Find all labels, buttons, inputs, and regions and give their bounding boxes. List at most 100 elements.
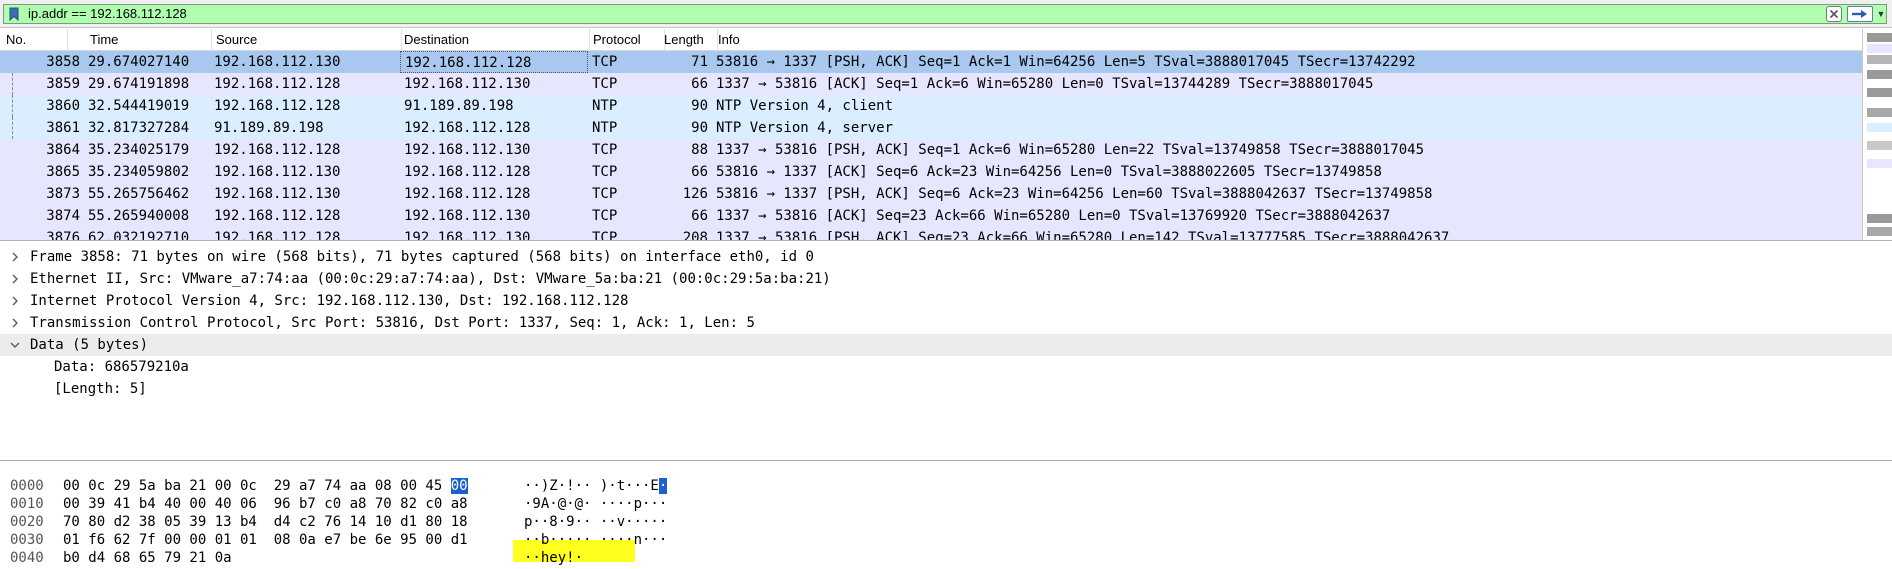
- cell-length: 66: [691, 76, 708, 92]
- packet-list-pane: No. Time Source Destination Protocol Len…: [0, 29, 1892, 241]
- cell-length: 66: [691, 164, 708, 180]
- column-header-destination[interactable]: Destination: [398, 29, 590, 51]
- bytes-offset: 0040: [10, 550, 44, 566]
- detail-row-data-length[interactable]: [Length: 5]: [0, 378, 1892, 400]
- bytes-ascii[interactable]: p··8·9·· ··v·····: [524, 512, 667, 532]
- column-header-length[interactable]: Length: [658, 29, 718, 51]
- cell-length: 88: [691, 142, 708, 158]
- bytes-hex[interactable]: 01 f6 62 7f 00 00 01 01 08 0a e7 be 6e 9…: [63, 530, 468, 550]
- cell-protocol: NTP: [592, 120, 618, 136]
- cell-source: 192.168.112.128: [214, 208, 341, 224]
- cell-info: NTP Version 4, server: [716, 120, 894, 136]
- bytes-ascii[interactable]: ··b····· ····n···: [524, 530, 667, 550]
- cell-destination: 192.168.112.128: [404, 164, 531, 180]
- cell-protocol: TCP: [592, 76, 618, 92]
- bytes-ascii-text: p··8·9·· ··v·····: [524, 514, 668, 530]
- bytes-ascii[interactable]: ·9A·@·@· ····p···: [524, 494, 667, 514]
- bytes-hex-text: 70 80 d2 38 05 39 13 b4 d4 c2 76 14 10 d…: [63, 514, 468, 530]
- bytes-row: 0030 01 f6 62 7f 00 00 01 01 08 0a e7 be …: [0, 530, 1892, 550]
- cell-destination: 192.168.112.130: [404, 208, 531, 224]
- detail-row-data[interactable]: Data (5 bytes): [0, 334, 1892, 356]
- cell-time: 55.265756462: [88, 186, 190, 202]
- cell-no: 3859: [46, 76, 80, 92]
- cell-source: 91.189.89.198: [214, 120, 324, 136]
- column-header-info[interactable]: Info: [712, 29, 1862, 51]
- cell-protocol: TCP: [592, 186, 618, 202]
- column-header-protocol[interactable]: Protocol: [587, 29, 665, 51]
- cell-info: 53816 → 1337 [ACK] Seq=6 Ack=23 Win=6425…: [716, 164, 1382, 180]
- cell-length: 126: [682, 186, 708, 202]
- detail-row-frame[interactable]: Frame 3858: 71 bytes on wire (568 bits),…: [0, 246, 1892, 268]
- column-header-time[interactable]: Time: [84, 29, 212, 51]
- minimap-mark: [1867, 123, 1892, 132]
- packet-row[interactable]: 3860 32.544419019 192.168.112.128 91.189.89…: [0, 95, 1862, 117]
- chevron-right-icon[interactable]: [9, 268, 21, 290]
- packet-row[interactable]: 3859 29.674191898 192.168.112.128 192.168.1…: [0, 73, 1862, 95]
- detail-row-tcp[interactable]: Transmission Control Protocol, Src Port:…: [0, 312, 1892, 334]
- cell-destination: 192.168.112.128: [404, 120, 531, 136]
- packet-row-selected[interactable]: 3858 29.674027140 192.168.112.130 192.168.1…: [0, 51, 1862, 73]
- chevron-right-icon[interactable]: [9, 312, 21, 334]
- detail-ip-text: Internet Protocol Version 4, Src: 192.16…: [30, 293, 629, 309]
- bytes-ascii[interactable]: ··hey!·: [524, 548, 583, 568]
- bytes-hex[interactable]: 00 0c 29 5a ba 21 00 0c 29 a7 74 aa 08 0…: [63, 476, 468, 496]
- cell-protocol: TCP: [592, 230, 618, 241]
- bytes-hex[interactable]: 00 39 41 b4 40 00 40 06 96 b7 c0 a8 70 8…: [63, 494, 468, 514]
- bookmark-icon[interactable]: [8, 7, 20, 21]
- bytes-hex-text: b0 d4 68 65 79 21 0a: [63, 550, 232, 566]
- packet-row[interactable]: 3864 35.234025179 192.168.112.128 192.168.1…: [0, 139, 1862, 161]
- bytes-ascii-selected: ·: [658, 478, 668, 494]
- detail-row-ip[interactable]: Internet Protocol Version 4, Src: 192.16…: [0, 290, 1892, 312]
- packet-row[interactable]: 3873 55.265756462 192.168.112.130 192.168.1…: [0, 183, 1862, 205]
- cell-info: 53816 → 1337 [PSH, ACK] Seq=6 Ack=23 Win…: [716, 186, 1433, 202]
- bytes-hex[interactable]: b0 d4 68 65 79 21 0a: [63, 548, 232, 568]
- cell-protocol: TCP: [592, 208, 618, 224]
- cell-length: 208: [682, 230, 708, 241]
- bytes-offset: 0010: [10, 496, 44, 512]
- column-header-no[interactable]: No.: [0, 29, 68, 51]
- packet-list-minimap[interactable]: [1862, 29, 1892, 240]
- detail-tcp-text: Transmission Control Protocol, Src Port:…: [30, 315, 755, 331]
- chevron-right-icon[interactable]: [9, 290, 21, 312]
- cell-protocol: TCP: [592, 142, 618, 158]
- bytes-ascii-text: ··hey!·: [524, 550, 584, 566]
- bytes-ascii-text: ··)Z·!·· )·t···E: [524, 478, 659, 494]
- packet-row[interactable]: 3861 32.817327284 91.189.89.198 192.168.112…: [0, 117, 1862, 139]
- clear-icon[interactable]: [1826, 6, 1842, 22]
- cell-time: 55.265940008: [88, 208, 190, 224]
- bytes-hex[interactable]: 70 80 d2 38 05 39 13 b4 d4 c2 76 14 10 d…: [63, 512, 468, 532]
- bytes-hex-text: 00 0c 29 5a ba 21 00 0c 29 a7 74 aa 08 0…: [63, 478, 451, 494]
- column-header-source[interactable]: Source: [210, 29, 402, 51]
- cell-source: 192.168.112.128: [214, 98, 341, 114]
- cell-length: 90: [691, 120, 708, 136]
- packet-row[interactable]: 3874 55.265940008 192.168.112.128 192.168.1…: [0, 205, 1862, 227]
- bytes-hex-selected: 00: [450, 478, 468, 494]
- cell-destination: 192.168.112.128: [400, 51, 588, 73]
- detail-data-length-text: [Length: 5]: [54, 381, 147, 397]
- bytes-row: 0010 00 39 41 b4 40 00 40 06 96 b7 c0 a8 …: [0, 494, 1892, 514]
- bytes-row: 0040 b0 d4 68 65 79 21 0a ··hey!·: [0, 548, 1892, 568]
- minimap-mark: [1867, 70, 1892, 79]
- cell-info: 1337 → 53816 [ACK] Seq=1 Ack=6 Win=65280…: [716, 76, 1374, 92]
- display-filter-input[interactable]: [28, 5, 1798, 23]
- packet-row[interactable]: 3876 62.032192710 192.168.112.128 192.168.1…: [0, 227, 1862, 241]
- cell-no: 3860: [46, 98, 80, 114]
- cell-no: 3876: [46, 230, 80, 241]
- bytes-ascii[interactable]: ··)Z·!·· )·t···E·: [524, 476, 668, 496]
- cell-time: 32.544419019: [88, 98, 190, 114]
- arrow-right-icon[interactable]: [1847, 6, 1873, 22]
- cell-info: NTP Version 4, client: [716, 98, 894, 114]
- minimap-mark: [1867, 55, 1892, 64]
- detail-row-data-value[interactable]: Data: 686579210a: [0, 356, 1892, 378]
- packet-row[interactable]: 3865 35.234059802 192.168.112.130 192.168.1…: [0, 161, 1862, 183]
- chevron-down-icon[interactable]: ▼: [1876, 6, 1886, 22]
- display-filter-toolbar: ▼: [0, 0, 1892, 28]
- bytes-row: 0020 70 80 d2 38 05 39 13 b4 d4 c2 76 14 …: [0, 512, 1892, 532]
- cell-time: 35.234059802: [88, 164, 190, 180]
- chevron-down-icon[interactable]: [9, 334, 21, 356]
- packet-bytes-pane: 0000 00 0c 29 5a ba 21 00 0c 29 a7 74 aa …: [0, 466, 1892, 569]
- cell-source: 192.168.112.128: [214, 142, 341, 158]
- detail-row-ethernet[interactable]: Ethernet II, Src: VMware_a7:74:aa (00:0c…: [0, 268, 1892, 290]
- chevron-right-icon[interactable]: [9, 246, 21, 268]
- minimap-mark: [1867, 33, 1892, 42]
